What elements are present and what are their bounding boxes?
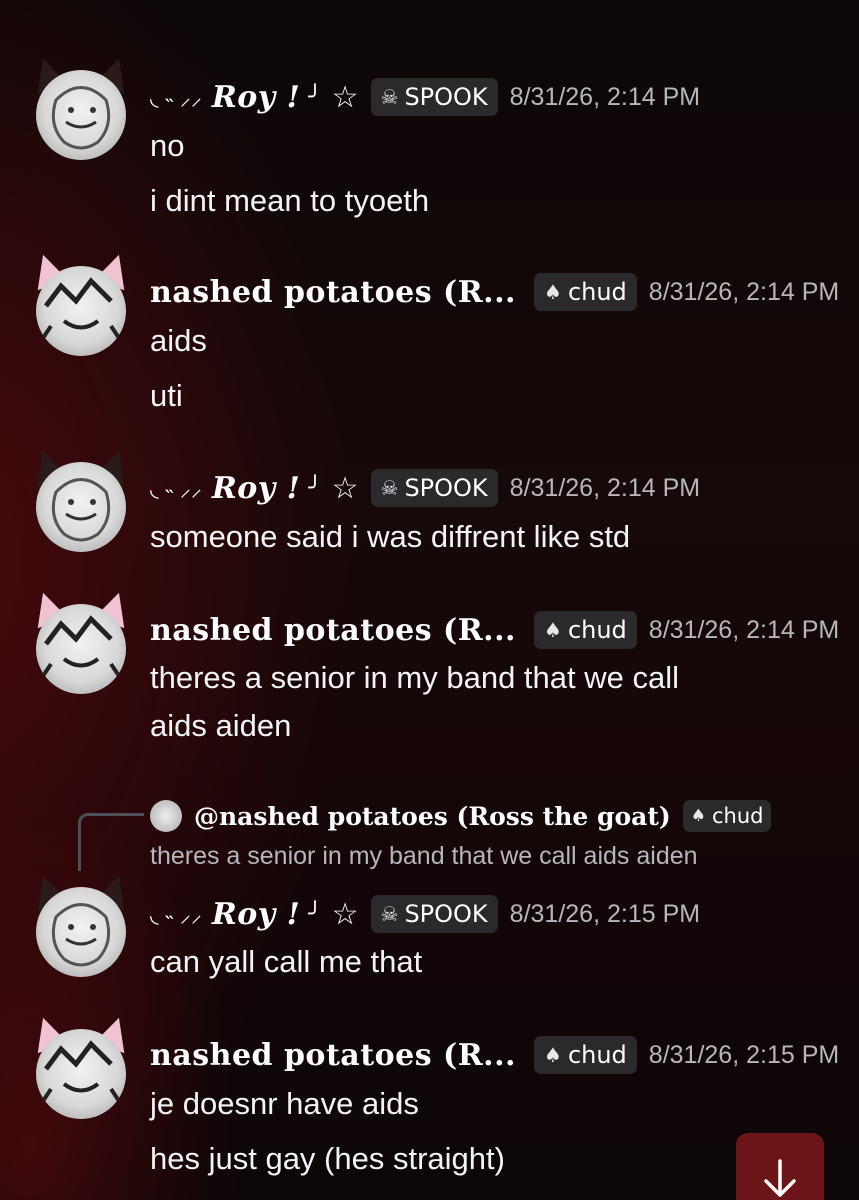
role-tag[interactable]: ☠ SPOOK	[370, 78, 498, 116]
message-header: nashed potatoes (R... ♠ chud 8/31/26, 2:1…	[150, 270, 839, 314]
role-tag-label: chud	[567, 278, 627, 306]
avatar-image	[36, 604, 126, 694]
avatar-image	[36, 266, 126, 356]
reply-connector-line	[78, 813, 144, 871]
mushroom-icon: ♠	[544, 280, 562, 304]
timestamp: 8/31/26, 2:14 PM	[648, 615, 840, 644]
avatar-roy[interactable]	[27, 445, 135, 552]
avatar-roy[interactable]	[27, 53, 135, 160]
role-tag[interactable]: ☠ SPOOK	[370, 895, 498, 933]
avatar-nashed[interactable]	[27, 249, 135, 356]
author-name[interactable]: Roy !	[212, 80, 301, 115]
name-decoration: ◟ ˵ ⸝⸝	[150, 903, 202, 928]
timestamp: 8/31/26, 2:14 PM	[509, 82, 701, 111]
message-line: i dint mean to tyoeth	[150, 183, 430, 218]
message-line: uti	[150, 378, 183, 413]
reply-header[interactable]: @nashed potatoes (Ross the goat) ♠ chud	[150, 798, 772, 834]
mushroom-icon: ♠	[544, 1043, 562, 1067]
author-name[interactable]: nashed potatoes (R...	[150, 275, 516, 310]
star-icon: ☆	[331, 79, 359, 115]
role-tag[interactable]: ♠ chud	[534, 611, 637, 649]
timestamp: 8/31/26, 2:14 PM	[509, 473, 701, 502]
role-tag-label: SPOOK	[404, 83, 488, 111]
role-tag[interactable]: ♠ chud	[682, 800, 772, 832]
role-tag-label: chud	[567, 616, 627, 644]
role-tag-label: chud	[567, 1041, 627, 1069]
name-decoration: ╯	[308, 901, 322, 927]
avatar-roy[interactable]	[27, 870, 135, 977]
avatar-image	[36, 70, 126, 160]
message-header: ◟ ˵ ⸝⸝ Roy ! ╯ ☆ ☠ SPOOK 8/31/26, 2:14 PM	[150, 466, 700, 510]
reply-preview-text[interactable]: theres a senior in my band that we call …	[150, 842, 698, 871]
timestamp: 8/31/26, 2:15 PM	[509, 899, 701, 928]
chat-area: ◟ ˵ ⸝⸝ Roy ! ╯ ☆ ☠ SPOOK 8/31/26, 2:14 PM…	[0, 0, 859, 1200]
avatar-image	[36, 462, 126, 552]
author-name[interactable]: Roy !	[212, 897, 301, 932]
author-name[interactable]: nashed potatoes (R...	[150, 1038, 516, 1073]
timestamp: 8/31/26, 2:14 PM	[648, 277, 840, 306]
avatar-nashed[interactable]	[27, 1012, 135, 1119]
avatar-nashed[interactable]	[27, 587, 135, 694]
skull-icon: ☠	[380, 85, 399, 109]
message-header: ◟ ˵ ⸝⸝ Roy ! ╯ ☆ ☠ SPOOK 8/31/26, 2:15 PM	[150, 892, 700, 936]
message-line: someone said i was diffrent like std	[150, 519, 631, 554]
mushroom-icon: ♠	[690, 806, 706, 826]
message-line: aids	[150, 323, 207, 358]
role-tag-label: SPOOK	[404, 474, 488, 502]
timestamp: 8/31/26, 2:15 PM	[648, 1040, 840, 1069]
name-decoration: ◟ ˵ ⸝⸝	[150, 86, 202, 111]
name-decoration: ◟ ˵ ⸝⸝	[150, 477, 202, 502]
role-tag-label: chud	[711, 804, 764, 828]
skull-icon: ☠	[380, 902, 399, 926]
reply-avatar	[150, 800, 182, 832]
jump-to-latest-button[interactable]	[736, 1133, 824, 1200]
message-line: theres a senior in my band that we call	[150, 660, 679, 695]
star-icon: ☆	[331, 896, 359, 932]
role-tag[interactable]: ♠ chud	[534, 273, 637, 311]
message-line: no	[150, 128, 185, 163]
skull-icon: ☠	[380, 476, 399, 500]
arrow-down-icon	[764, 1159, 796, 1197]
role-tag[interactable]: ♠ chud	[534, 1036, 637, 1074]
message-line: can yall call me that	[150, 944, 423, 979]
avatar-image	[36, 887, 126, 977]
message-header: ◟ ˵ ⸝⸝ Roy ! ╯ ☆ ☠ SPOOK 8/31/26, 2:14 PM	[150, 75, 700, 119]
message-line: hes just gay (hes straight)	[150, 1141, 505, 1176]
message-line: je doesnr have aids	[150, 1086, 419, 1121]
role-tag-label: SPOOK	[404, 900, 488, 928]
message-header: nashed potatoes (R... ♠ chud 8/31/26, 2:1…	[150, 1033, 839, 1077]
mushroom-icon: ♠	[544, 618, 562, 642]
message-line: aids aiden	[150, 708, 292, 743]
star-icon: ☆	[331, 470, 359, 506]
name-decoration: ╯	[308, 475, 322, 501]
author-name[interactable]: nashed potatoes (R...	[150, 613, 516, 648]
message-header: nashed potatoes (R... ♠ chud 8/31/26, 2:1…	[150, 608, 839, 652]
avatar-image	[36, 1029, 126, 1119]
name-decoration: ╯	[308, 84, 322, 110]
author-name[interactable]: Roy !	[212, 471, 301, 506]
role-tag[interactable]: ☠ SPOOK	[370, 469, 498, 507]
reply-author-name[interactable]: @nashed potatoes (Ross the goat)	[194, 802, 671, 831]
